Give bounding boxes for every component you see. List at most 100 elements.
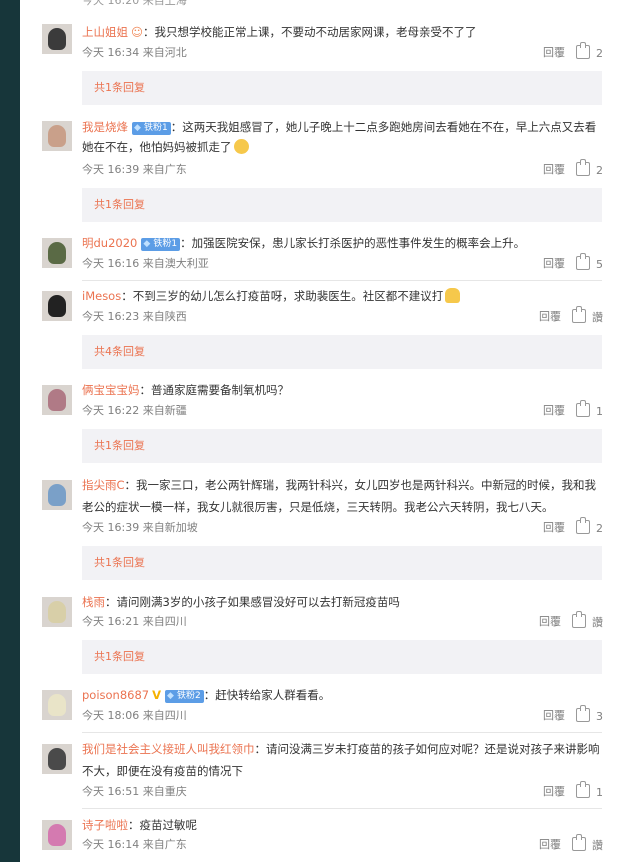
comment-meta: 今天 16:21 来自四川: [82, 615, 187, 628]
comment-text: ：普通家庭需要备制氧机吗？: [139, 383, 290, 397]
thumb-up-icon: [576, 705, 590, 722]
like-count: 2: [596, 164, 603, 177]
comment-body: 明du2020 铁粉1：加强医院安保，患儿家长打杀医护的恶性事件发生的概率会上升。: [82, 233, 607, 253]
comment-username[interactable]: poison8687: [82, 688, 149, 702]
comment-body: 栈雨：请问刚满3岁的小孩子如果感冒没好可以去打新冠疫苗吗: [82, 592, 607, 612]
comment-body: 我们是社会主义接班人叫我红领巾：请问没满三岁未打疫苗的孩子如何应对呢？还是说对孩…: [82, 738, 607, 782]
avatar-image: [48, 694, 66, 716]
fan-badge: 铁粉2: [165, 690, 204, 703]
more-replies-link[interactable]: 共1条回复: [82, 71, 602, 105]
like-count: 3: [596, 710, 603, 723]
comment-meta: 今天 16:51 来自重庆: [82, 785, 187, 798]
reply-button[interactable]: 回覆: [543, 162, 565, 178]
comment-meta: 今天 18:06 来自四川: [82, 709, 187, 722]
avatar[interactable]: [42, 291, 72, 321]
reply-button[interactable]: 回覆: [543, 45, 565, 61]
comment-username[interactable]: 俩宝宝宝妈: [82, 383, 140, 397]
thumb-up-icon: [576, 42, 590, 59]
comment-meta: 今天 16:34 来自河北: [82, 46, 187, 59]
partial-previous-comment-meta: 今天 16:20 来自上海: [82, 0, 187, 7]
comment-username[interactable]: 上山姐姐: [82, 25, 128, 39]
avatar[interactable]: [42, 385, 72, 415]
avatar[interactable]: [42, 820, 72, 850]
comment-text: ：不到三岁的幼儿怎么打疫苗呀，求助裴医生。社区都不建议打: [121, 289, 444, 303]
comment-username[interactable]: 明du2020: [82, 236, 137, 250]
comment-body: 指尖雨C：我一家三口，老公两针辉瑞，我两针科兴，女儿四岁也是两针科兴。中新冠的时…: [82, 474, 607, 518]
avatar-image: [48, 824, 66, 846]
comment-meta: 今天 16:23 来自陕西: [82, 310, 187, 323]
comment-meta: 今天 16:39 来自广东: [82, 163, 187, 176]
avatar[interactable]: [42, 597, 72, 627]
comment-username[interactable]: 指尖雨C: [82, 478, 125, 492]
reply-button[interactable]: 回覆: [543, 256, 565, 272]
comment-username[interactable]: 栈雨: [82, 595, 105, 609]
comment-text: ：加强医院安保，患儿家长打杀医护的恶性事件发生的概率会上升。: [180, 236, 526, 250]
like-button[interactable]: 3: [569, 705, 603, 725]
avatar-image: [48, 748, 66, 770]
more-replies-link[interactable]: 共1条回复: [82, 640, 602, 674]
like-button[interactable]: 讚: [569, 306, 603, 326]
avatar-image: [48, 28, 66, 50]
reply-button[interactable]: 回覆: [543, 403, 565, 419]
more-replies-link[interactable]: 共4条回复: [82, 335, 602, 369]
verified-v-icon: V: [152, 688, 162, 702]
avatar-image: [48, 389, 66, 411]
avatar-image: [48, 125, 66, 147]
avatar[interactable]: [42, 238, 72, 268]
like-button[interactable]: 1: [569, 781, 603, 801]
praying-hands-emoji-icon: [445, 288, 461, 303]
reply-button[interactable]: 回覆: [543, 520, 565, 536]
comment-body: 诗子啦啦：疫苗过敏呢: [82, 815, 607, 835]
thumb-up-icon: [572, 611, 586, 628]
avatar[interactable]: [42, 744, 72, 774]
comment-list: 今天 16:20 来自上海 上山姐姐 ☺：我只想学校能正常上课，不要动不动居家网课…: [20, 0, 621, 862]
like-label: 讚: [592, 839, 603, 852]
more-replies-link[interactable]: 共1条回复: [82, 546, 602, 580]
thumb-up-icon: [576, 781, 590, 798]
more-replies-link[interactable]: 共1条回复: [82, 429, 602, 463]
avatar[interactable]: [42, 480, 72, 510]
thumb-up-icon: [576, 159, 590, 176]
like-button[interactable]: 2: [569, 42, 603, 62]
fan-badge: 铁粉1: [141, 238, 181, 251]
like-button[interactable]: 讚: [569, 611, 603, 631]
comment-text: ：我只想学校能正常上课，不要动不动居家网课，老母亲受不了了: [143, 25, 477, 39]
comment-meta: 今天 16:22 来自新疆: [82, 404, 187, 417]
reply-button[interactable]: 回覆: [539, 837, 561, 853]
like-button[interactable]: 2: [569, 159, 603, 179]
avatar[interactable]: [42, 121, 72, 151]
avatar[interactable]: [42, 690, 72, 720]
avatar-image: [48, 242, 66, 264]
comment-text: ：赶快转给家人群看看。: [203, 688, 331, 702]
like-button[interactable]: 1: [569, 400, 603, 420]
like-label: 讚: [592, 616, 603, 629]
like-count: 1: [596, 786, 603, 799]
comment-text: ：请问刚满3岁的小孩子如果感冒没好可以去打新冠疫苗吗: [105, 595, 400, 609]
like-button[interactable]: 2: [569, 517, 603, 537]
reply-button[interactable]: 回覆: [543, 784, 565, 800]
like-button[interactable]: 5: [569, 253, 603, 273]
left-sidebar-edge: [0, 0, 20, 862]
avatar-image: [48, 484, 66, 506]
comment-body: poison8687V铁粉2：赶快转给家人群看看。: [82, 685, 607, 705]
like-count: 2: [596, 47, 603, 60]
avatar-image: [48, 295, 66, 317]
thumb-up-icon: [572, 306, 586, 323]
avatar-image: [48, 601, 66, 623]
reply-button[interactable]: 回覆: [539, 614, 561, 630]
comment-username[interactable]: iMesos: [82, 289, 121, 303]
comment-username[interactable]: 我们是社会主义接班人叫我红领巾: [82, 742, 255, 756]
comment-meta: 今天 16:14 来自广东: [82, 838, 187, 851]
thumb-up-icon: [576, 400, 590, 417]
crying-emoji-icon: [233, 139, 249, 154]
avatar[interactable]: [42, 24, 72, 54]
comment-username[interactable]: 诗子啦啦: [82, 818, 128, 832]
more-replies-link[interactable]: 共1条回复: [82, 188, 602, 222]
comment-body: 我是烧烽铁粉1：这两天我姐感冒了，她儿子晚上十二点多跑她房间去看她在不在，早上六…: [82, 117, 607, 157]
comment-username[interactable]: 我是烧烽: [82, 120, 128, 134]
reply-button[interactable]: 回覆: [543, 708, 565, 724]
reply-button[interactable]: 回覆: [539, 309, 561, 325]
like-button[interactable]: 讚: [569, 834, 603, 854]
thumb-up-icon: [572, 834, 586, 851]
divider: [82, 280, 602, 281]
